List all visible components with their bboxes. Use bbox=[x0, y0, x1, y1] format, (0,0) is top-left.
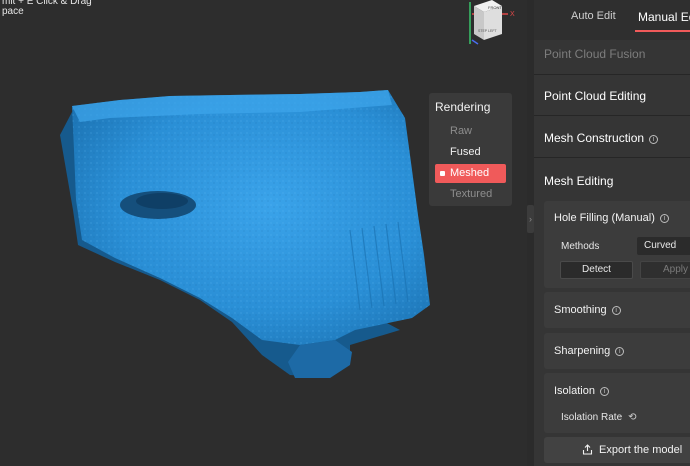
info-icon[interactable]: i bbox=[611, 306, 621, 315]
smoothing-card[interactable]: Smoothing i bbox=[544, 292, 690, 328]
orientation-cube[interactable]: FRONT STEP LEFT X bbox=[458, 0, 520, 46]
render-option-meshed[interactable]: Meshed bbox=[435, 164, 506, 183]
export-icon bbox=[582, 444, 593, 455]
section-mesh-construction[interactable]: Mesh Construction i bbox=[534, 116, 690, 157]
render-option-textured[interactable]: Textured bbox=[435, 185, 506, 204]
active-tab-indicator bbox=[635, 30, 690, 32]
info-icon[interactable]: i bbox=[599, 387, 609, 396]
methods-label: Methods bbox=[561, 241, 600, 252]
tab-auto-edit[interactable]: Auto Edit bbox=[571, 10, 616, 22]
scanned-mesh[interactable] bbox=[0, 0, 527, 466]
rendering-panel: Rendering Raw Fused Meshed Textured bbox=[429, 93, 512, 206]
refresh-icon[interactable]: ⟲ bbox=[628, 412, 636, 423]
x-axis-label: X bbox=[510, 11, 515, 18]
detect-button[interactable]: Detect bbox=[560, 261, 633, 279]
render-option-fused[interactable]: Fused bbox=[435, 143, 506, 162]
section-title[interactable]: Mesh Editing bbox=[544, 174, 613, 188]
smoothing-title-label: Smoothing bbox=[554, 304, 607, 316]
info-icon[interactable]: i bbox=[659, 214, 669, 223]
rendering-title: Rendering bbox=[435, 100, 491, 114]
section-title: Point Cloud Editing bbox=[544, 89, 647, 103]
export-model-button[interactable]: Export the model bbox=[544, 437, 690, 463]
tab-manual-edit[interactable]: Manual Edit bbox=[638, 10, 690, 24]
section-point-cloud-editing[interactable]: Point Cloud Editing bbox=[534, 75, 690, 115]
smoothing-title: Smoothing i bbox=[554, 304, 621, 316]
3d-viewport[interactable]: mit + E Click & Drag pace FRONT STEP LEF… bbox=[0, 0, 527, 466]
apply-button[interactable]: Apply bbox=[640, 261, 690, 279]
isolation-title-label: Isolation bbox=[554, 385, 595, 397]
isolation-title[interactable]: Isolation i bbox=[554, 385, 609, 397]
panel-collapse-handle[interactable]: › bbox=[527, 205, 534, 233]
isolation-rate-label: Isolation Rate bbox=[561, 412, 623, 423]
info-icon[interactable]: i bbox=[615, 347, 625, 356]
sharpening-title-label: Sharpening bbox=[554, 345, 611, 357]
edit-side-panel: Auto Edit Manual Edit Point Cloud Fusion… bbox=[534, 0, 690, 466]
section-point-cloud-fusion[interactable]: Point Cloud Fusion bbox=[534, 40, 690, 74]
sharpening-card[interactable]: Sharpening i bbox=[544, 333, 690, 369]
export-label: Export the model bbox=[599, 444, 683, 456]
section-title-label: Mesh Construction bbox=[544, 131, 645, 145]
methods-select[interactable]: Curved bbox=[637, 237, 690, 255]
section-title: Point Cloud Fusion bbox=[544, 47, 646, 61]
hole-filling-title-label: Hole Filling (Manual) bbox=[554, 212, 655, 224]
edit-mode-tabs: Auto Edit Manual Edit bbox=[534, 0, 690, 40]
cube-face-label: FRONT bbox=[488, 5, 502, 10]
sharpening-title: Sharpening i bbox=[554, 345, 625, 357]
section-title: Mesh Construction i bbox=[544, 131, 659, 145]
render-option-raw[interactable]: Raw bbox=[435, 122, 506, 141]
hole-filling-title[interactable]: Hole Filling (Manual) i bbox=[554, 212, 669, 224]
chevron-right-icon: › bbox=[529, 214, 532, 224]
info-icon[interactable]: i bbox=[649, 135, 659, 144]
isolation-card: Isolation i bbox=[544, 373, 690, 433]
isolation-rate-row: Isolation Rate ⟲ bbox=[561, 412, 637, 423]
cube-face-label: STEP LEFT bbox=[478, 29, 497, 33]
